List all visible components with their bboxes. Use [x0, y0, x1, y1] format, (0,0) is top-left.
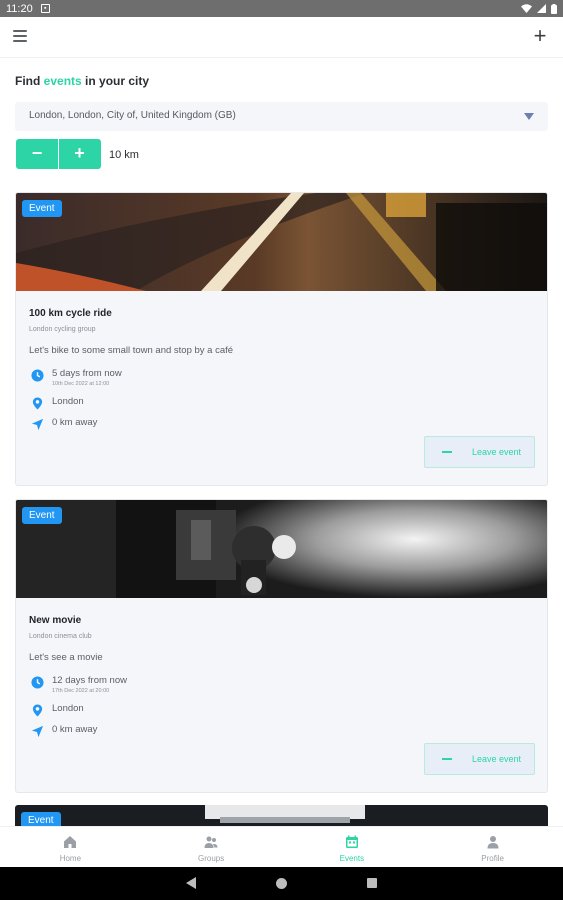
- signal-icon: [537, 4, 546, 13]
- nav-groups[interactable]: Groups: [141, 827, 282, 867]
- leave-event-label: Leave event: [472, 754, 522, 764]
- home-icon: [64, 836, 77, 848]
- nav-events-label: Events: [339, 854, 365, 863]
- nav-home-label: Home: [59, 854, 82, 863]
- event-relative-time: 12 days from now: [52, 675, 127, 686]
- event-place-row: London: [31, 396, 84, 410]
- event-group: London cinema club: [29, 633, 92, 640]
- bottom-navigation: Home Groups Events Profile: [0, 826, 563, 867]
- event-distance-row: 0 km away: [31, 724, 97, 738]
- add-icon[interactable]: +: [529, 25, 551, 47]
- status-bar: 11:20 ▪: [0, 0, 563, 17]
- notification-icon: ▪: [40, 4, 50, 13]
- leave-event-button[interactable]: Leave event: [424, 743, 535, 775]
- battery-icon: [551, 3, 557, 14]
- radius-stepper: − +: [16, 139, 101, 169]
- event-place-row: London: [31, 703, 84, 717]
- heading-prefix: Find: [15, 74, 44, 88]
- minus-icon: [442, 451, 452, 453]
- event-distance: 0 km away: [52, 724, 98, 735]
- event-title: New movie: [29, 615, 82, 626]
- event-badge: Event: [22, 507, 62, 524]
- nav-home[interactable]: Home: [0, 827, 141, 867]
- nav-groups-label: Groups: [198, 854, 225, 863]
- event-badge: Event: [21, 812, 61, 826]
- menu-icon[interactable]: [13, 30, 27, 42]
- heading-accent: events: [43, 74, 82, 88]
- clock-icon: [31, 369, 44, 382]
- location-select[interactable]: London, London, City of, United Kingdom …: [15, 102, 548, 131]
- dropdown-arrow-icon: [524, 113, 534, 120]
- event-place: London: [52, 703, 84, 714]
- status-time: 11:20: [6, 2, 33, 15]
- event-distance: 0 km away: [52, 417, 98, 428]
- nav-profile[interactable]: Profile: [422, 827, 563, 867]
- radius-value: 10 km: [109, 149, 139, 161]
- events-page: Find events in your city London, London,…: [0, 58, 563, 826]
- event-date: 10th Dec 2022 at 12:00: [52, 381, 110, 387]
- leave-event-button[interactable]: Leave event: [424, 436, 535, 468]
- event-badge: Event: [22, 200, 62, 217]
- event-image: [16, 500, 547, 598]
- event-card[interactable]: Event: [15, 805, 548, 826]
- event-distance-row: 0 km away: [31, 417, 97, 431]
- event-image: [15, 805, 548, 826]
- minus-icon: [442, 758, 452, 760]
- event-card[interactable]: Event New movie London cinema club Let's…: [15, 499, 548, 793]
- back-icon[interactable]: [186, 877, 196, 889]
- location-pin-icon: [32, 397, 43, 410]
- clock-icon: [31, 676, 44, 689]
- location-pin-icon: [32, 704, 43, 717]
- event-place: London: [52, 396, 84, 407]
- event-date: 17th Dec 2022 at 20:00: [52, 688, 110, 694]
- increase-radius-button[interactable]: +: [58, 139, 100, 169]
- page-heading: Find events in your city: [15, 74, 149, 88]
- event-relative-time: 5 days from now: [52, 368, 122, 379]
- recent-apps-icon[interactable]: [367, 878, 377, 888]
- person-icon: [487, 836, 499, 849]
- status-icons: [521, 3, 557, 14]
- groups-icon: [204, 836, 218, 848]
- decrease-radius-button[interactable]: −: [16, 139, 58, 169]
- event-time-row: 5 days from now 10th Dec 2022 at 12:00: [31, 368, 122, 387]
- navigation-arrow-icon: [31, 725, 44, 738]
- app-bar: +: [0, 17, 563, 58]
- navigation-arrow-icon: [31, 418, 44, 431]
- event-title: 100 km cycle ride: [29, 308, 112, 319]
- nav-profile-label: Profile: [481, 854, 504, 863]
- event-group: London cycling group: [29, 326, 96, 333]
- leave-event-label: Leave event: [472, 447, 522, 457]
- calendar-icon: [345, 835, 358, 848]
- location-value: London, London, City of, United Kingdom …: [29, 110, 236, 121]
- event-description: Let's bike to some small town and stop b…: [29, 345, 234, 356]
- event-description: Let's see a movie: [29, 652, 103, 663]
- nav-events[interactable]: Events: [282, 827, 423, 867]
- heading-suffix: in your city: [81, 74, 150, 88]
- wifi-icon: [521, 4, 532, 13]
- event-card[interactable]: Event 100 km cycle ride London cycling g…: [15, 192, 548, 486]
- event-time-row: 12 days from now 17th Dec 2022 at 20:00: [31, 675, 127, 694]
- system-navigation-bar: [0, 867, 563, 900]
- home-circle-icon[interactable]: [276, 878, 287, 889]
- event-image: [16, 193, 547, 291]
